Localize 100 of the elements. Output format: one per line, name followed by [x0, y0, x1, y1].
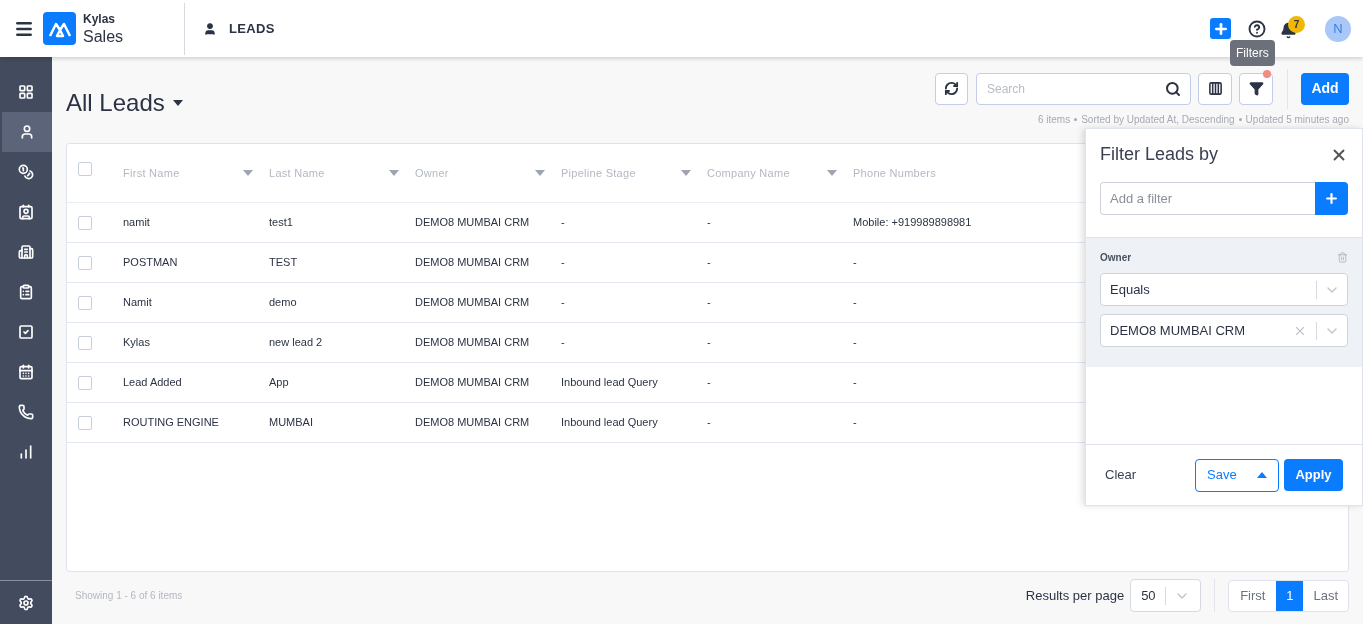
table-cell-text: -: [707, 295, 712, 311]
refresh-button[interactable]: [935, 72, 968, 105]
row-checkbox[interactable]: [78, 375, 92, 390]
table-cell-text: POSTMAN: [123, 255, 179, 271]
first-page-button[interactable]: First: [1229, 580, 1277, 611]
table-cell-text: -: [707, 415, 712, 431]
plus-icon: [1324, 191, 1339, 206]
table-cell-text: -: [853, 335, 858, 351]
table-cell-text: DEMO8 MUMBAI CRM: [415, 255, 531, 271]
columns-button[interactable]: [1198, 72, 1232, 105]
list-meta-text: 6 items: [1037, 113, 1071, 127]
results-per-page-label: Results per page: [1025, 586, 1125, 605]
column-header[interactable]: Phone Numbers: [853, 164, 999, 182]
table-cell-text: Namit: [123, 295, 153, 311]
logo-icon: [43, 12, 76, 45]
table-cell-text: TEST: [269, 255, 299, 271]
table-cell-text: -: [561, 255, 566, 271]
user-icon: [19, 124, 35, 140]
per-page-select[interactable]: 50: [1130, 579, 1202, 612]
columns-icon: [1207, 81, 1223, 96]
sidebar-item[interactable]: [2, 112, 52, 152]
search-icon[interactable]: [1165, 80, 1181, 97]
showing-count-text: Showing 1 - 6 of 6 items: [75, 589, 183, 603]
user-avatar[interactable]: N: [1325, 15, 1351, 42]
row-checkbox[interactable]: [78, 255, 92, 270]
table-cell-text: -: [707, 375, 712, 391]
table-cell-text: ROUTING ENGINE: [123, 415, 220, 431]
row-checkbox[interactable]: [78, 415, 92, 430]
save-button[interactable]: Save: [1195, 458, 1279, 492]
module-title: LEADS: [229, 19, 275, 38]
table-cell-text: -: [707, 335, 712, 351]
add-filter-field[interactable]: Add a filter: [1100, 182, 1315, 215]
caret-icon: [1257, 472, 1267, 478]
row-checkbox[interactable]: [78, 335, 92, 350]
refresh-icon: [944, 81, 959, 96]
brand-name: Kylas: [83, 12, 117, 25]
money-icon: [18, 164, 34, 180]
clear-button[interactable]: Clear: [1105, 465, 1137, 485]
row-checkbox[interactable]: [78, 295, 92, 310]
table-cell-text: test1: [269, 215, 294, 231]
select-all-checkbox[interactable]: [78, 162, 92, 176]
table-cell-text: -: [853, 255, 858, 271]
table-cell-text: -: [853, 375, 858, 391]
chart-icon: [18, 444, 34, 460]
table-cell-text: -: [561, 295, 566, 311]
column-header[interactable]: Last Name: [269, 164, 415, 182]
list-meta-text: Sorted by Updated At, Descending: [1081, 113, 1235, 127]
clipboard-icon: [18, 284, 34, 300]
caret-icon: [172, 100, 183, 106]
column-header[interactable]: Owner: [415, 164, 561, 182]
filter-button[interactable]: [1239, 72, 1273, 105]
apply-button[interactable]: Apply: [1284, 459, 1343, 491]
column-header[interactable]: First Name: [123, 164, 269, 182]
operator-select[interactable]: Equals: [1100, 273, 1348, 306]
checkbox-icon: [18, 324, 34, 340]
table-cell-text: Inbound lead Query: [561, 375, 659, 391]
row-checkbox[interactable]: [78, 215, 92, 230]
caret-icon: [389, 170, 399, 176]
phone-icon: [18, 404, 34, 420]
table-cell-text: demo: [269, 295, 298, 311]
last-page-button[interactable]: Last: [1303, 580, 1348, 611]
table-cell-text: -: [561, 335, 566, 351]
settings-icon[interactable]: [18, 594, 34, 611]
calendar-icon: [18, 364, 34, 380]
table-cell-text: new lead 2: [269, 335, 324, 351]
caret-icon: [681, 170, 691, 176]
filters-tooltip: Filters: [1230, 39, 1275, 66]
table-cell-text: -: [561, 215, 566, 231]
table-cell-text: Kylas: [123, 335, 151, 351]
column-header[interactable]: Company Name: [707, 164, 853, 182]
table-cell-text: DEMO8 MUMBAI CRM: [415, 215, 531, 231]
list-meta-text: Updated 5 minutes ago: [1245, 113, 1349, 127]
search-field[interactable]: Search: [976, 72, 1191, 105]
table-cell-text: -: [853, 295, 858, 311]
table-cell-text: Mobile: +919989898981: [853, 215, 973, 231]
quick-add-button[interactable]: [1210, 18, 1231, 39]
table-cell-text: DEMO8 MUMBAI CRM: [415, 415, 531, 431]
filter-icon: [1248, 81, 1264, 96]
contact-icon: [18, 204, 34, 220]
view-selector[interactable]: All Leads: [66, 85, 183, 121]
table-cell-text: Inbound lead Query: [561, 415, 659, 431]
table-cell-text: -: [707, 215, 712, 231]
value-select[interactable]: DEMO8 MUMBAI CRM: [1100, 314, 1348, 347]
filter-field-label: Owner: [1100, 251, 1132, 265]
table-cell-text: DEMO8 MUMBAI CRM: [415, 295, 531, 311]
caret-icon: [827, 170, 837, 176]
column-header[interactable]: Pipeline Stage: [561, 164, 707, 182]
caret-icon: [243, 170, 253, 176]
table-cell-text: -: [853, 415, 858, 431]
filter-panel-title: Filter Leads by: [1100, 143, 1219, 166]
help-icon[interactable]: [1248, 19, 1266, 38]
table-cell-text: namit: [123, 215, 151, 231]
table-cell-text: DEMO8 MUMBAI CRM: [415, 375, 531, 391]
dashboard-icon: [18, 84, 34, 100]
table-cell-text: App: [269, 375, 290, 391]
add-filter-button[interactable]: [1315, 182, 1348, 215]
add-button[interactable]: Add: [1301, 72, 1349, 105]
page-button[interactable]: 1: [1276, 580, 1304, 611]
user-icon: [203, 21, 218, 36]
caret-icon: [535, 170, 545, 176]
